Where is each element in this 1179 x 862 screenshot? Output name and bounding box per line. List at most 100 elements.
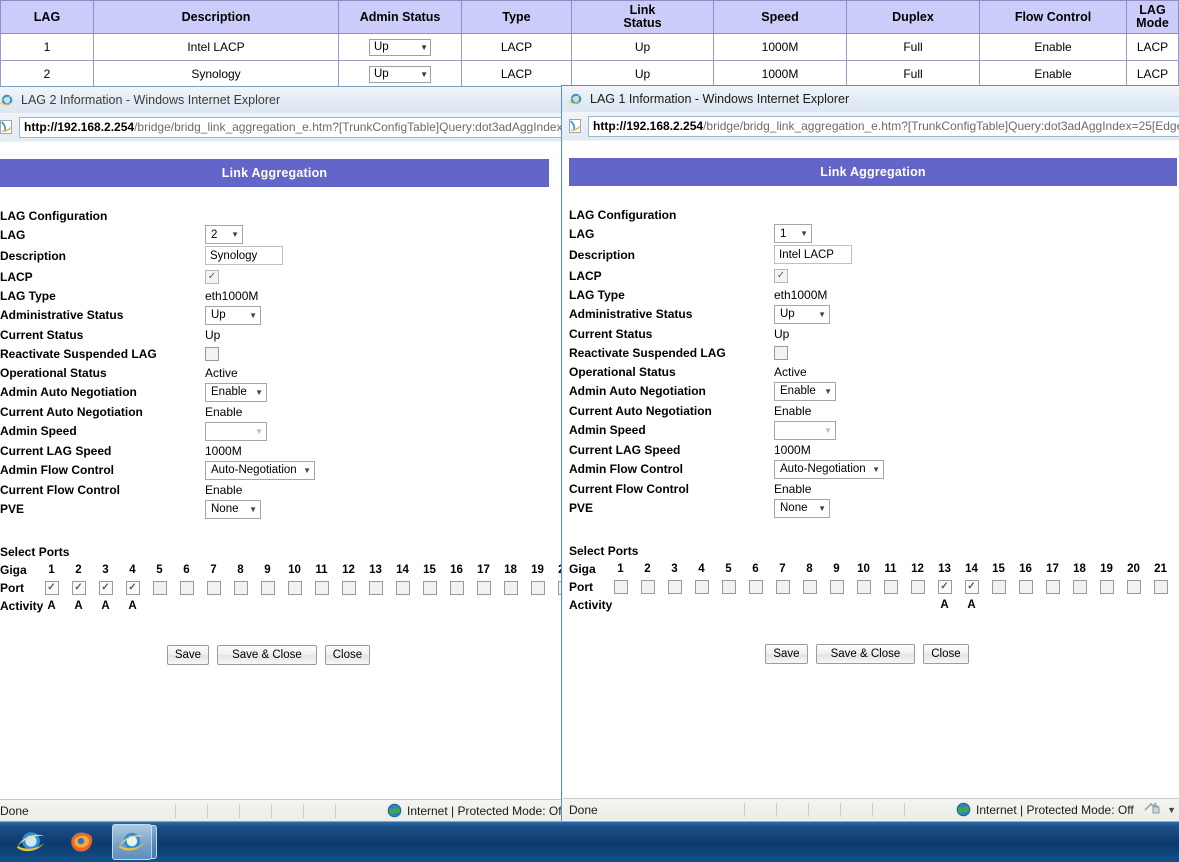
lag1-lacp-checkbox[interactable]: ✓ [774,268,788,283]
lag1-zoom-control[interactable]: ▼ [1144,801,1179,818]
port-checkbox-13[interactable]: ✓ [368,581,383,595]
port-checkbox-1[interactable]: ✓ [613,580,628,594]
lag1-save-close-button[interactable]: Save & Close [815,644,916,664]
port-checkbox-5[interactable]: ✓ [152,581,167,595]
port-checkbox-cell-2: ✓ [65,581,92,595]
port-checkbox-3[interactable]: ✓ [98,581,113,595]
lag2-save-button[interactable]: Save [166,645,210,665]
port-checkbox-2[interactable]: ✓ [71,581,86,595]
lag2-ports-port-label: Port [0,581,24,595]
chevron-down-icon: ▼ [818,309,826,319]
port-checkbox-8[interactable]: ✓ [802,580,817,594]
lag2-description-input[interactable]: Synology [205,246,283,265]
port-number-22: 22 [1174,563,1179,575]
port-activity-18 [497,600,524,612]
lag2-lacp-checkbox[interactable]: ✓ [205,269,219,284]
internet-explorer-taskbar-button[interactable] [112,824,157,860]
chevron-down-icon[interactable]: ▼ [1167,805,1176,815]
lag2-close-button[interactable]: Close [324,645,371,665]
lag1-operational-status-label: Operational Status [569,364,676,379]
cell-lag-mode: LACP [1126,60,1179,88]
lag2-lag-select[interactable]: 2 ▼ [205,225,243,244]
lag1-lag-select[interactable]: 1 ▼ [774,224,812,243]
port-checkbox-7[interactable]: ✓ [206,581,221,595]
lag2-pve-select[interactable]: None ▼ [205,499,261,519]
lag1-form: LAG Configuration LAG 1 ▼ Description In… [563,186,1179,518]
lag2-admin-status-select[interactable]: Up ▼ [205,305,261,325]
port-checkbox-8[interactable]: ✓ [233,581,248,595]
port-checkbox-cell-2: ✓ [634,580,661,594]
port-checkbox-9[interactable]: ✓ [260,581,275,595]
port-checkbox-12[interactable]: ✓ [910,580,925,594]
port-checkbox-15[interactable]: ✓ [991,580,1006,594]
chevron-down-icon: ▼ [255,387,263,397]
port-checkbox-10[interactable]: ✓ [856,580,871,594]
port-activity-9 [823,599,850,611]
port-checkbox-21[interactable]: ✓ [1153,580,1168,594]
lag1-current-autoneg-label: Current Auto Negotiation [569,403,712,418]
port-checkbox-11[interactable]: ✓ [314,581,329,595]
port-checkbox-18[interactable]: ✓ [1072,580,1087,594]
port-checkbox-16[interactable]: ✓ [1018,580,1033,594]
window-lag2-addressbar[interactable]: http://192.168.2.254/bridge/bridg_link_a… [0,113,569,141]
lag1-admin-speed-select[interactable]: ▼ [774,420,836,440]
lag2-admin-speed-select[interactable]: ▼ [205,421,267,441]
admin-status-select-row1[interactable]: Up ▼ [369,38,431,56]
port-checkbox-3[interactable]: ✓ [667,580,682,594]
lag2-reactivate-checkbox[interactable]: ✓ [205,346,219,361]
lag1-admin-status-select[interactable]: Up ▼ [774,304,830,324]
lag1-save-button[interactable]: Save [765,644,808,664]
lag1-reactivate-checkbox[interactable]: ✓ [774,345,788,360]
port-checkbox-12[interactable]: ✓ [341,581,356,595]
lag2-admin-autoneg-select[interactable]: Enable ▼ [205,382,267,402]
port-checkbox-5[interactable]: ✓ [721,580,736,594]
port-checkbox-15[interactable]: ✓ [422,581,437,595]
port-checkbox-9[interactable]: ✓ [829,580,844,594]
lag2-admin-flow-control-select[interactable]: Auto-Negotiation ▼ [205,460,315,480]
port-checkbox-10[interactable]: ✓ [287,581,302,595]
window-lag1-addressbar[interactable]: http://192.168.2.254/bridge/bridg_link_a… [562,112,1179,140]
lag1-status-zone[interactable]: Internet | Protected Mode: Off [956,802,1134,817]
window-lag1-url[interactable]: http://192.168.2.254/bridge/bridg_link_a… [588,115,1179,137]
window-lag1[interactable]: LAG 1 Information - Windows Internet Exp… [561,85,1179,822]
port-checkbox-17[interactable]: ✓ [476,581,491,595]
lag2-save-close-button[interactable]: Save & Close [217,645,317,665]
lag1-close-button[interactable]: Close [923,644,969,664]
port-checkbox-17[interactable]: ✓ [1045,580,1060,594]
lag1-ports-title: Select Ports [569,544,639,558]
lag1-description-input[interactable]: Intel LACP [774,245,852,264]
port-checkbox-20[interactable]: ✓ [1126,580,1141,594]
port-checkbox-cell-12: ✓ [335,581,362,595]
lag1-admin-autoneg-select[interactable]: Enable ▼ [774,381,836,401]
chevron-down-icon: ▼ [255,426,263,436]
port-checkbox-16[interactable]: ✓ [449,581,464,595]
port-checkbox-1[interactable]: ✓ [44,581,59,595]
window-lag2-titlebar[interactable]: LAG 2 Information - Windows Internet Exp… [0,87,569,113]
port-checkbox-7[interactable]: ✓ [775,580,790,594]
lag2-lag-label: LAG [0,227,26,242]
port-checkbox-4[interactable]: ✓ [694,580,709,594]
port-checkbox-2[interactable]: ✓ [640,580,655,594]
port-checkbox-6[interactable]: ✓ [179,581,194,595]
lag2-reactivate-label: Reactivate Suspended LAG [0,346,157,361]
port-checkbox-6[interactable]: ✓ [748,580,763,594]
internet-explorer-quicklaunch-icon[interactable] [12,825,50,859]
window-lag2[interactable]: LAG 2 Information - Windows Internet Exp… [0,86,570,823]
port-number-12: 12 [911,563,924,575]
admin-status-select-row2[interactable]: Up ▼ [369,65,431,83]
lag1-pve-select[interactable]: None ▼ [774,498,830,518]
window-lag1-titlebar[interactable]: LAG 1 Information - Windows Internet Exp… [562,86,1179,112]
window-lag2-url[interactable]: http://192.168.2.254/bridge/bridg_link_a… [19,116,565,138]
lag1-admin-autoneg-value: Enable [780,385,816,397]
port-checkbox-19[interactable]: ✓ [1099,580,1114,594]
port-checkbox-14[interactable]: ✓ [964,580,979,594]
port-checkbox-4[interactable]: ✓ [125,581,140,595]
port-checkbox-13[interactable]: ✓ [937,580,952,594]
lag1-admin-flow-control-select[interactable]: Auto-Negotiation ▼ [774,459,884,479]
port-checkbox-19[interactable]: ✓ [530,581,545,595]
lag2-status-zone[interactable]: Internet | Protected Mode: Off [387,803,565,818]
port-checkbox-11[interactable]: ✓ [883,580,898,594]
port-checkbox-14[interactable]: ✓ [395,581,410,595]
port-checkbox-18[interactable]: ✓ [503,581,518,595]
firefox-quicklaunch-icon[interactable] [62,825,100,859]
